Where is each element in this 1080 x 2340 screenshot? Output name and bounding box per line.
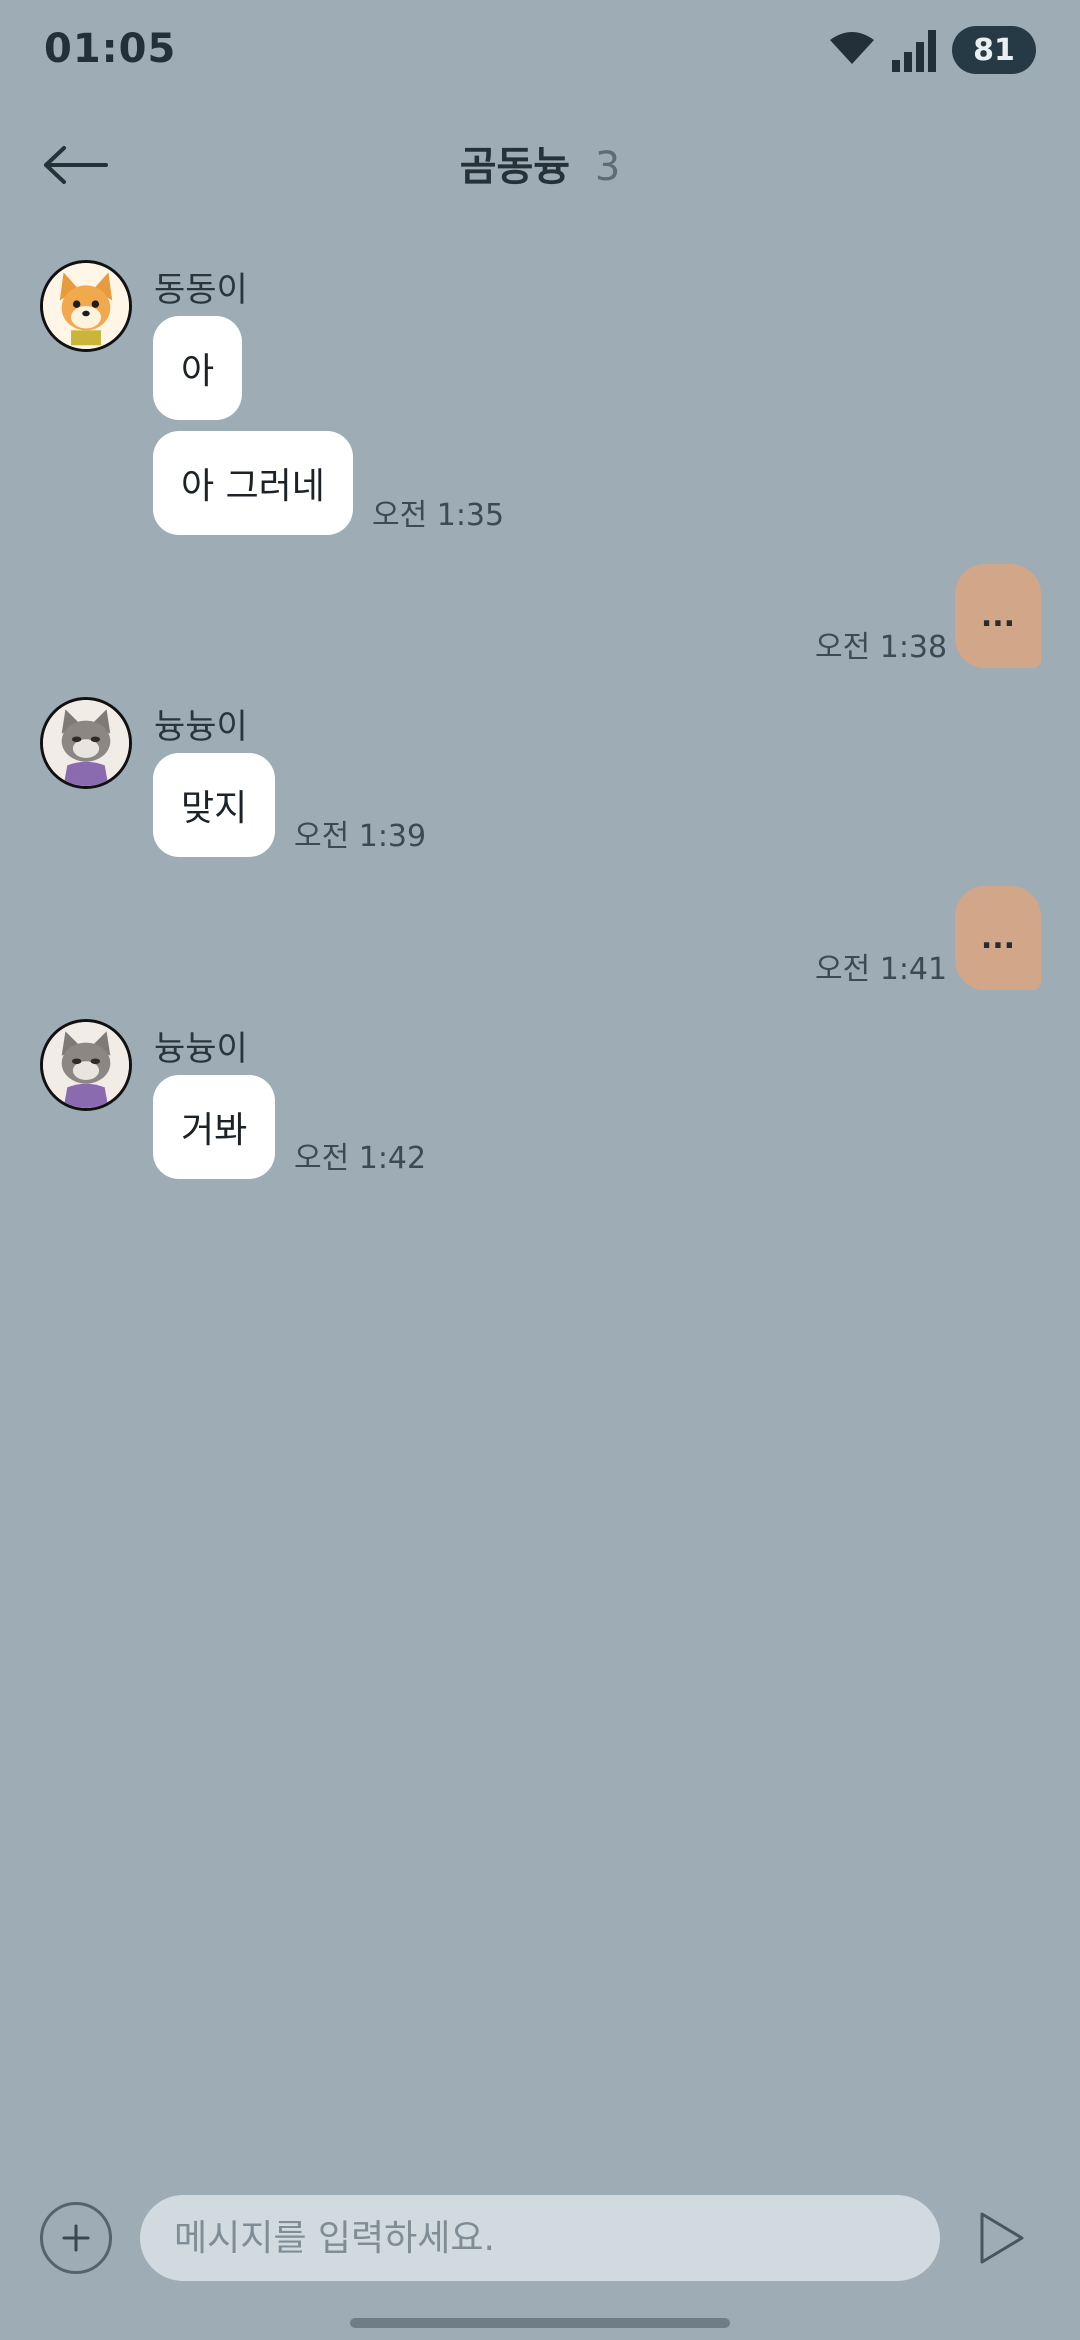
dog-avatar[interactable] (40, 260, 132, 352)
plus-icon (62, 2224, 90, 2252)
message-bubble[interactable]: 아 (153, 316, 243, 420)
message-time: 오전 1:38 (815, 630, 948, 665)
cat-avatar[interactable] (40, 697, 132, 789)
my-message-bubble[interactable]: ... (955, 564, 1041, 668)
signal-icon (892, 30, 936, 72)
chat-title-group: 곰동늉 3 (0, 134, 1080, 192)
sender-name: 늉늉이 (154, 1029, 248, 1069)
cat-avatar[interactable] (40, 1019, 132, 1111)
message-time: 오전 1:41 (815, 952, 948, 987)
chat-header: 곰동늉 3 (0, 110, 1080, 220)
wifi-icon (830, 32, 874, 64)
send-icon[interactable] (976, 2208, 1028, 2268)
message-time: 오전 1:35 (372, 498, 505, 533)
battery-indicator: 81 (952, 26, 1036, 74)
member-count: 3 (594, 144, 621, 190)
home-indicator[interactable] (350, 2318, 730, 2328)
sender-name: 동동이 (154, 270, 248, 310)
message-composer (0, 2180, 1080, 2300)
message-bubble[interactable]: 아 그러네 (153, 431, 353, 535)
status-bar: 01:05 81 (0, 0, 1080, 100)
message-bubble[interactable]: 거봐 (153, 1075, 276, 1179)
message-time: 오전 1:39 (294, 819, 427, 854)
my-message-bubble[interactable]: ... (955, 886, 1041, 990)
status-time: 01:05 (44, 26, 177, 72)
chat-title: 곰동늉 (459, 144, 571, 190)
plus-button[interactable] (40, 2202, 112, 2274)
message-bubble[interactable]: 맞지 (153, 753, 276, 857)
message-input[interactable] (140, 2195, 940, 2281)
message-time: 오전 1:42 (294, 1141, 427, 1176)
sender-name: 늉늉이 (154, 707, 248, 747)
